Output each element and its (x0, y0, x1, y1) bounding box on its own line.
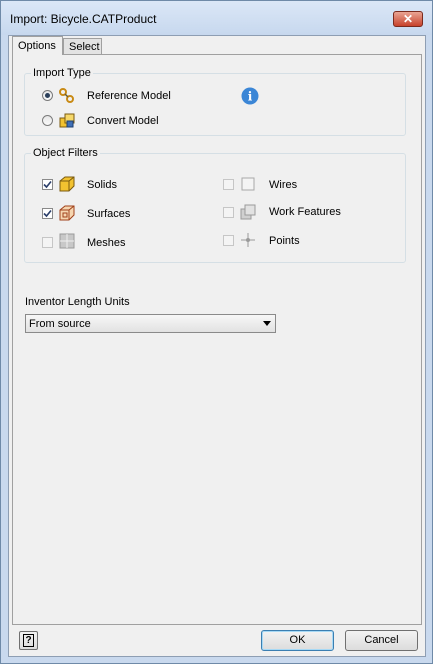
convert-model-radio[interactable] (42, 115, 53, 126)
surface-cube-icon (59, 205, 75, 221)
title-bar: Import: Bicycle.CATProduct ✕ (1, 1, 432, 35)
meshes-label: Meshes (87, 237, 126, 249)
close-button[interactable]: ✕ (393, 11, 423, 27)
points-checkbox[interactable] (223, 235, 234, 246)
convert-model-label: Convert Model (87, 115, 159, 127)
reference-model-icon (59, 88, 74, 103)
length-units-select[interactable]: From source (25, 314, 276, 333)
mesh-icon (59, 233, 75, 249)
solids-checkbox[interactable] (42, 179, 53, 190)
cancel-button[interactable]: Cancel (345, 630, 418, 651)
solids-label: Solids (87, 179, 117, 191)
import-dialog: Import: Bicycle.CATProduct ✕ Options Sel… (0, 0, 433, 664)
work-features-checkbox[interactable] (223, 207, 234, 218)
tab-select[interactable]: Select (63, 38, 102, 55)
import-type-group (24, 73, 406, 136)
wire-icon (241, 177, 255, 191)
dialog-title: Import: Bicycle.CATProduct (10, 12, 157, 26)
dialog-body: Options Select Import Type Reference Mod… (8, 35, 426, 657)
reference-model-radio[interactable] (42, 90, 53, 101)
reference-model-label: Reference Model (87, 90, 171, 102)
surfaces-label: Surfaces (87, 208, 131, 220)
info-icon[interactable]: i (241, 87, 259, 105)
object-filters-label: Object Filters (31, 147, 100, 159)
help-icon: ? (23, 634, 34, 647)
point-icon (241, 233, 255, 247)
import-type-label: Import Type (31, 67, 93, 79)
options-panel: Import Type Reference Model Convert Mode… (12, 54, 422, 625)
meshes-checkbox[interactable] (42, 237, 53, 248)
object-filters-group (24, 153, 406, 263)
tab-options[interactable]: Options (12, 36, 63, 55)
wires-label: Wires (269, 179, 298, 191)
work-features-label: Work Features (269, 206, 341, 218)
surfaces-checkbox[interactable] (42, 208, 53, 219)
length-units-label: Inventor Length Units (25, 296, 130, 308)
chevron-down-icon (263, 321, 271, 326)
help-button[interactable]: ? (19, 631, 38, 650)
wires-checkbox[interactable] (223, 179, 234, 190)
solid-cube-icon (59, 176, 75, 192)
points-label: Points (269, 235, 300, 247)
convert-model-icon (59, 113, 75, 128)
svg-text:i: i (248, 90, 253, 104)
ok-button[interactable]: OK (261, 630, 334, 651)
work-features-icon (240, 204, 256, 220)
length-units-value: From source (29, 318, 91, 330)
